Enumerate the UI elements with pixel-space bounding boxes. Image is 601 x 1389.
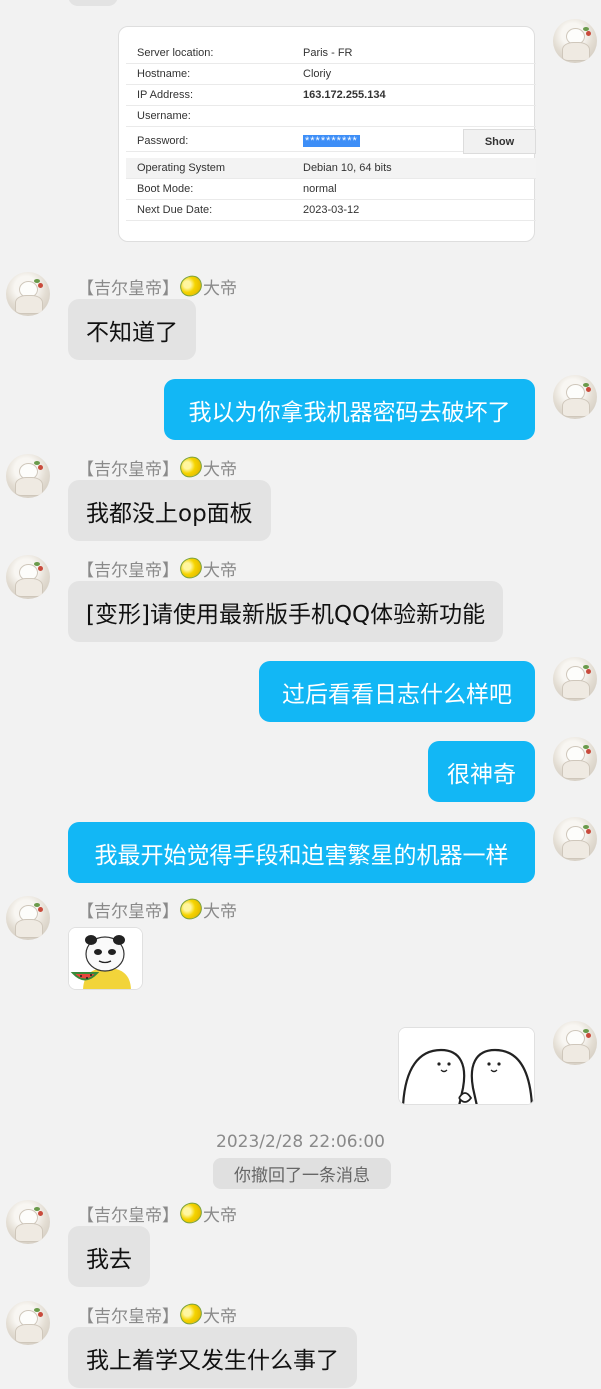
row-label: Boot Mode: [137, 183, 194, 195]
message-bubble[interactable]: 我上着学又发生什么事了 [68, 1327, 357, 1388]
recall-notice: 你撤回了一条消息 [213, 1158, 391, 1189]
sender-suffix: 大帝 [203, 901, 237, 922]
my-avatar[interactable] [553, 737, 597, 781]
panda-sticker[interactable] [68, 927, 143, 990]
message-bubble[interactable]: 我以为你拿我机器密码去破坏了 [164, 379, 535, 440]
boot-mode-row: Boot Mode: normal [126, 179, 536, 200]
row-label: Password: [137, 135, 189, 147]
row-label: Next Due Date: [137, 204, 213, 216]
my-avatar[interactable] [553, 19, 597, 63]
message-bubble[interactable]: 我最开始觉得手段和迫害繁星的机器一样 [68, 822, 535, 883]
message-text: 很神奇 [447, 761, 516, 788]
my-avatar[interactable] [553, 657, 597, 701]
message-text: 我最开始觉得手段和迫害繁星的机器一样 [94, 842, 509, 869]
sender-suffix: 大帝 [203, 560, 237, 581]
message-text: 我去 [86, 1246, 132, 1273]
seal-hug-sticker[interactable] [398, 1027, 535, 1105]
lemon-icon [177, 895, 205, 923]
sender-title: 【吉尔皇帝】 [77, 459, 179, 480]
hostname-row: Hostname: Cloriy [126, 64, 536, 85]
sender-suffix: 大帝 [203, 278, 237, 299]
show-password-button[interactable]: Show [463, 129, 536, 154]
message-bubble[interactable]: 我去 [68, 1226, 150, 1287]
row-value: 2023-03-12 [303, 204, 360, 216]
sender-title: 【吉尔皇帝】 [77, 560, 179, 581]
row-value: Cloriy [303, 68, 332, 80]
row-value: normal [303, 183, 337, 195]
message-bubble[interactable]: 过后看看日志什么样吧 [259, 661, 535, 722]
row-label: Operating System [137, 162, 226, 174]
seal-hug-icon [399, 1028, 534, 1104]
message-bubble[interactable]: 我都没上op面板 [68, 480, 271, 541]
sender-name: 【吉尔皇帝】 大帝 [77, 895, 237, 923]
row-label: IP Address: [137, 89, 194, 101]
server-location-row: Server location: Paris - FR [126, 43, 536, 64]
row-value: Debian 10, 64 bits [303, 162, 392, 174]
message-text: 过后看看日志什么样吧 [282, 681, 512, 708]
friend-avatar[interactable] [6, 272, 50, 316]
friend-avatar[interactable] [6, 896, 50, 940]
message-bubble[interactable]: 很神奇 [428, 741, 535, 802]
message-bubble[interactable]: [变形]请使用最新版手机QQ体验新功能 [68, 581, 504, 642]
panda-watermelon-icon [69, 928, 142, 989]
friend-avatar[interactable] [6, 1301, 50, 1345]
row-label: Hostname: [137, 68, 191, 80]
sender-title: 【吉尔皇帝】 [77, 901, 179, 922]
next-due-date-row: Next Due Date: 2023-03-12 [126, 200, 536, 221]
sender-title: 【吉尔皇帝】 [77, 1205, 179, 1226]
friend-avatar[interactable] [6, 1200, 50, 1244]
previous-message-bubble [68, 0, 118, 6]
message-text: 我以为你拿我机器密码去破坏了 [188, 399, 511, 426]
my-avatar[interactable] [553, 817, 597, 861]
sender-name: 【吉尔皇帝】 大帝 [77, 453, 237, 481]
lemon-icon [177, 272, 205, 300]
sender-suffix: 大帝 [203, 1205, 237, 1226]
sender-suffix: 大帝 [203, 1306, 237, 1327]
sender-name: 【吉尔皇帝】 大帝 [77, 272, 237, 300]
message-timestamp: 2023/2/28 22:06:00 [216, 1132, 385, 1152]
lemon-icon [177, 1300, 205, 1328]
password-mask: ********** [303, 135, 360, 147]
row-value: 163.172.255.134 [303, 89, 386, 101]
sender-suffix: 大帝 [203, 459, 237, 480]
message-text: 我上着学又发生什么事了 [86, 1347, 339, 1374]
my-avatar[interactable] [553, 1021, 597, 1065]
password-row: Password: ********** Show [126, 129, 536, 154]
sender-title: 【吉尔皇帝】 [77, 1306, 179, 1327]
sender-name: 【吉尔皇帝】 大帝 [77, 554, 237, 582]
row-label: Server location: [137, 47, 214, 59]
lemon-icon [177, 453, 205, 481]
row-value: Paris - FR [303, 47, 353, 59]
username-row: Username: [126, 106, 536, 127]
sender-name: 【吉尔皇帝】 大帝 [77, 1199, 237, 1227]
my-avatar[interactable] [553, 375, 597, 419]
friend-avatar[interactable] [6, 555, 50, 599]
ip-address-row: IP Address: 163.172.255.134 [126, 85, 536, 106]
server-info-image-message[interactable]: Server location: Paris - FR Hostname: Cl… [118, 26, 536, 242]
row-label: Username: [137, 110, 191, 122]
operating-system-row: Operating System Debian 10, 64 bits [126, 158, 536, 179]
sender-title: 【吉尔皇帝】 [77, 278, 179, 299]
message-bubble[interactable]: 不知道了 [68, 299, 196, 360]
message-text: 不知道了 [86, 319, 178, 346]
sender-name: 【吉尔皇帝】 大帝 [77, 1300, 237, 1328]
friend-avatar[interactable] [6, 454, 50, 498]
lemon-icon [177, 1199, 205, 1227]
message-text: 我都没上op面板 [86, 500, 253, 527]
lemon-icon [177, 554, 205, 582]
message-text: [变形]请使用最新版手机QQ体验新功能 [86, 601, 486, 628]
